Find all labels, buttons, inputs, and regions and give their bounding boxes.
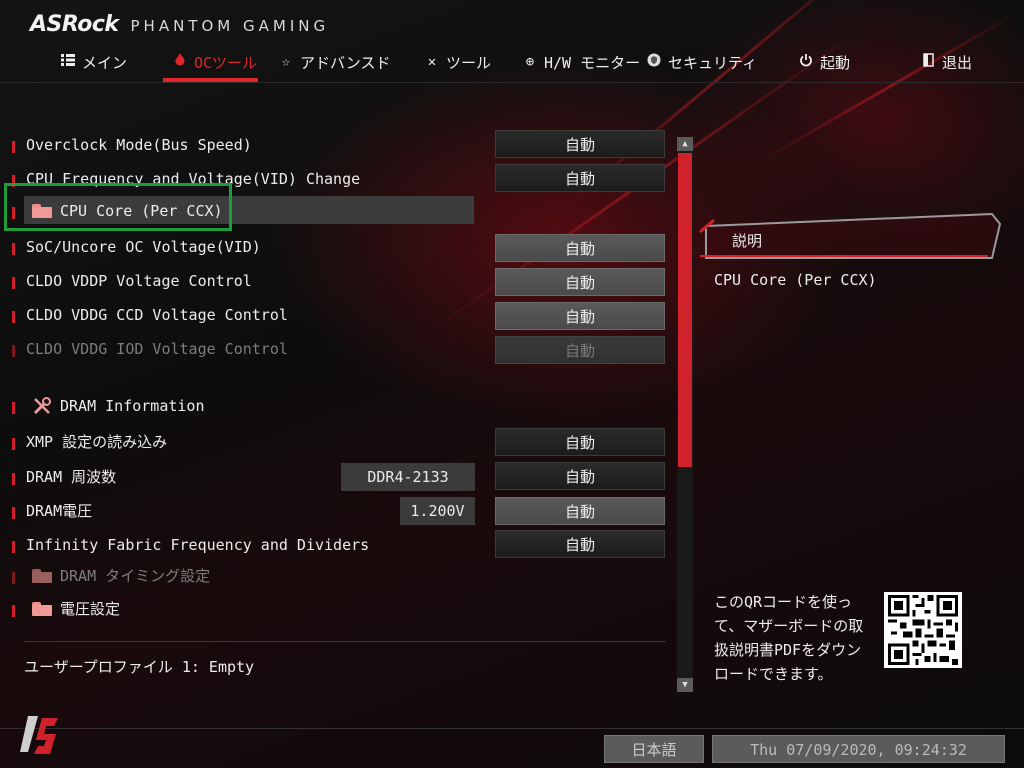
setting-label: CLDO VDDP Voltage Control xyxy=(26,272,252,290)
phantom-gaming-logo xyxy=(20,716,58,754)
submenu-voltage-settings[interactable]: 電圧設定 xyxy=(0,594,680,624)
setting-label: XMP 設定の読み込み xyxy=(26,433,168,451)
selection-highlight-box xyxy=(4,183,232,231)
tab-label: H/W モニター xyxy=(544,53,641,72)
submenu-dram-timing[interactable]: DRAM タイミング設定 xyxy=(0,561,680,591)
row-marker xyxy=(12,605,15,617)
row-marker xyxy=(12,243,15,255)
tab-oc-tweaker[interactable]: OCツール xyxy=(172,44,257,80)
setting-label: 電圧設定 xyxy=(60,600,121,618)
cldo-vddg-iod-select: 自動 xyxy=(495,336,665,364)
language-button[interactable]: 日本語 xyxy=(604,735,704,763)
cldo-vddg-ccd-select[interactable]: 自動 xyxy=(495,302,665,330)
setting-label: DRAM電圧 xyxy=(26,502,93,520)
cldo-vddp-select[interactable]: 自動 xyxy=(495,268,665,296)
tab-tool[interactable]: ✕ ツール xyxy=(424,44,491,80)
row-marker xyxy=(12,572,15,584)
row-marker xyxy=(12,507,15,519)
folder-icon xyxy=(32,569,52,583)
scroll-up-button[interactable]: ▲ xyxy=(677,137,693,151)
brand-subtitle: PHANTOM GAMING xyxy=(130,17,330,35)
tab-label: 退出 xyxy=(942,53,973,72)
nav-divider xyxy=(0,82,1024,83)
row-marker xyxy=(12,473,15,485)
description-title: 説明 xyxy=(732,232,763,250)
flame-icon xyxy=(172,53,188,71)
row-marker xyxy=(12,345,15,357)
star-icon: ☆ xyxy=(281,54,291,70)
qr-code xyxy=(884,592,962,668)
overclock-mode-select[interactable]: 自動 xyxy=(495,130,665,158)
brand-logo: ASRock PHANTOM GAMING xyxy=(30,12,329,38)
scroll-down-button[interactable]: ▼ xyxy=(677,678,693,692)
setting-label: Infinity Fabric Frequency and Dividers xyxy=(26,536,370,554)
description-text: CPU Core (Per CCX) xyxy=(714,271,877,289)
setting-label: DRAM タイミング設定 xyxy=(60,567,211,585)
xmp-select[interactable]: 自動 xyxy=(495,428,665,456)
dram-frequency-current: DDR4-2133 xyxy=(341,463,475,491)
footer-divider xyxy=(0,728,1024,729)
user-profile-label: ユーザープロファイル 1: Empty xyxy=(24,658,255,676)
tools-icon: ✕ xyxy=(427,54,437,70)
row-marker xyxy=(12,141,15,153)
datetime-display: Thu 07/09/2020, 09:24:32 xyxy=(712,735,1005,763)
dram-frequency-select[interactable]: 自動 xyxy=(495,462,665,490)
section-dram-information[interactable]: DRAM Information xyxy=(0,391,680,421)
row-marker xyxy=(12,541,15,553)
setting-label: SoC/Uncore OC Voltage(VID) xyxy=(26,238,261,256)
folder-icon xyxy=(32,602,52,616)
tab-label: メイン xyxy=(82,53,128,72)
dram-voltage-select[interactable]: 自動 xyxy=(495,497,665,525)
tab-label: アドバンスド xyxy=(300,53,391,72)
power-icon xyxy=(798,53,814,71)
setting-label: DRAM 周波数 xyxy=(26,468,117,486)
tab-label: セキュリティ xyxy=(668,53,758,72)
tab-hw-monitor[interactable]: ⊕ H/W モニター xyxy=(522,44,640,80)
tools-icon xyxy=(32,396,52,420)
dram-voltage-current: 1.200V xyxy=(400,497,475,525)
tab-label: 起動 xyxy=(820,53,851,72)
exit-icon xyxy=(920,53,936,71)
brand-name: ASRock xyxy=(30,12,119,37)
row-marker xyxy=(12,402,15,414)
infinity-fabric-select[interactable]: 自動 xyxy=(495,530,665,558)
tab-security[interactable]: セキュリティ xyxy=(646,44,757,80)
setting-label: CLDO VDDG IOD Voltage Control xyxy=(26,340,288,358)
setting-label: DRAM Information xyxy=(60,397,205,415)
qr-description: このQRコードを使って、マザーボードの取扱説明書PDFをダウンロードできます。 xyxy=(714,593,864,683)
crosshair-icon: ⊕ xyxy=(525,54,535,70)
tab-advanced[interactable]: ☆ アドバンスド xyxy=(278,44,391,80)
list-icon xyxy=(60,54,76,70)
tab-label: OCツール xyxy=(194,53,258,72)
tab-main[interactable]: メイン xyxy=(60,44,127,80)
tab-boot[interactable]: 起動 xyxy=(798,44,850,80)
row-marker xyxy=(12,277,15,289)
setting-label: CLDO VDDG CCD Voltage Control xyxy=(26,306,288,324)
main-nav: メイン OCツール ☆ アドバンスド ✕ ツール ⊕ H/W モニター セキュリ… xyxy=(0,44,1024,80)
soc-uncore-select[interactable]: 自動 xyxy=(495,234,665,262)
row-marker xyxy=(12,311,15,323)
list-divider xyxy=(24,641,666,642)
cpu-freq-vid-select[interactable]: 自動 xyxy=(495,164,665,192)
shield-icon xyxy=(646,53,662,71)
setting-label: Overclock Mode(Bus Speed) xyxy=(26,136,252,154)
tab-label: ツール xyxy=(446,53,492,72)
row-marker xyxy=(12,438,15,450)
scrollbar-thumb[interactable] xyxy=(678,153,692,467)
tab-exit[interactable]: 退出 xyxy=(920,44,972,80)
